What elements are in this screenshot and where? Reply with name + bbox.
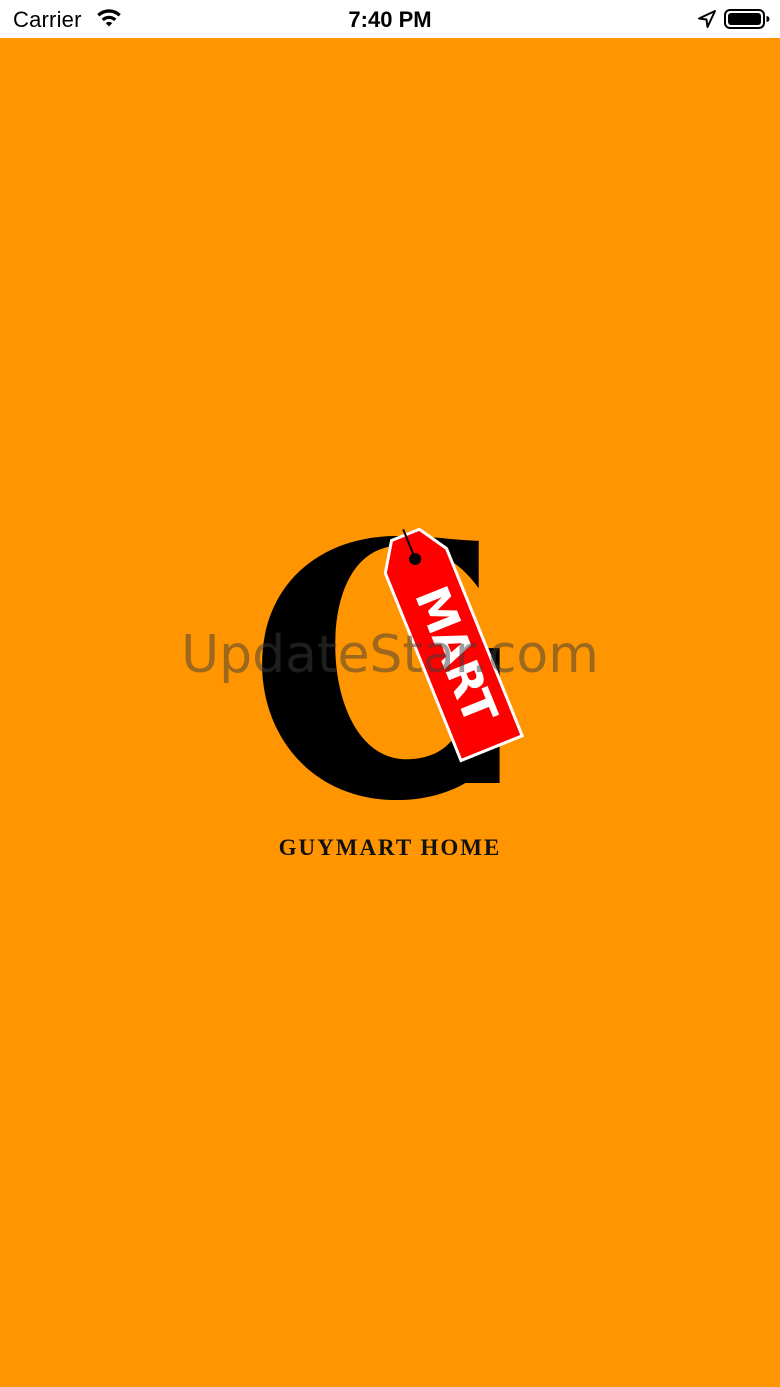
logo-mart-tag: MART bbox=[383, 527, 525, 763]
brand-name: GUYMART HOME bbox=[278, 835, 502, 860]
location-arrow-icon bbox=[698, 10, 716, 28]
clock-time: 7:40 PM bbox=[348, 7, 432, 32]
guymart-logo: MART bbox=[262, 527, 525, 800]
status-bar: Carrier 7:40 PM bbox=[0, 0, 780, 38]
battery-icon bbox=[724, 9, 770, 29]
